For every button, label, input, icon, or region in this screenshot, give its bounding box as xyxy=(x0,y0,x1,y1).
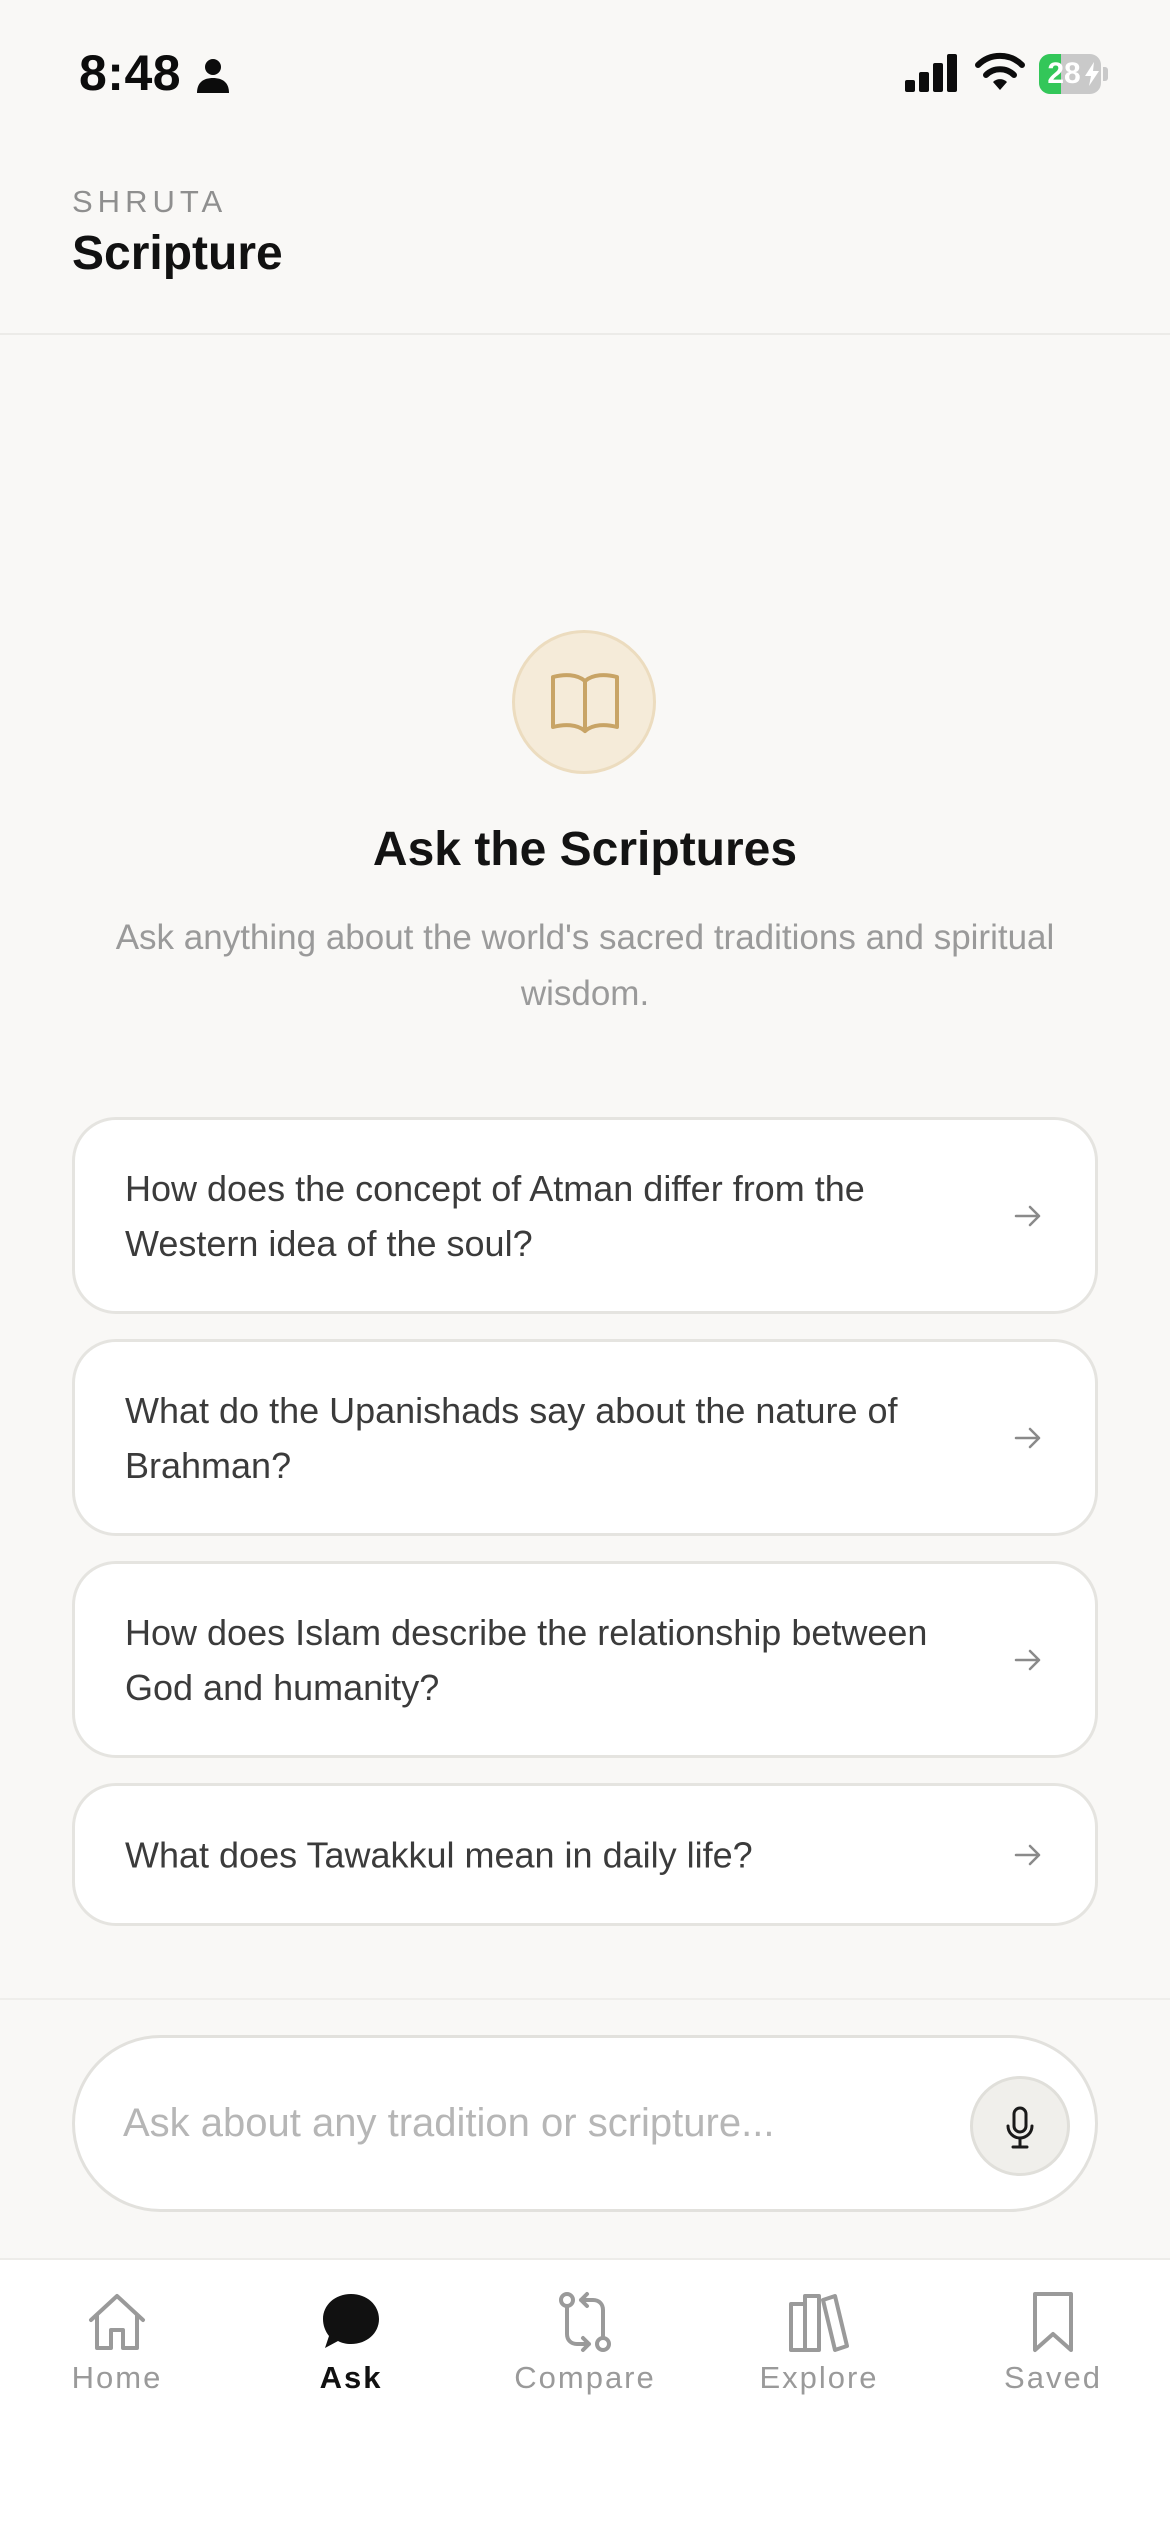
compare-icon xyxy=(559,2292,611,2352)
divider xyxy=(0,1998,1170,2000)
tab-compare[interactable]: Compare xyxy=(468,2260,702,2400)
status-bar: 8:48 28 xyxy=(0,0,1170,140)
books-icon xyxy=(789,2294,849,2352)
hero-title: Ask the Scriptures xyxy=(372,823,798,876)
suggestion-text: What do the Upanishads say about the nat… xyxy=(125,1389,898,1486)
tab-ask[interactable]: Ask xyxy=(234,2260,468,2400)
suggestion-card[interactable]: How does the concept of Atman differ fro… xyxy=(72,1117,1098,1314)
bookmark-icon xyxy=(1033,2292,1073,2352)
arrow-right-icon xyxy=(1014,1205,1041,1226)
tab-label: Ask xyxy=(319,2360,383,2395)
arrow-right-icon xyxy=(1014,1844,1041,1865)
header: SHRUTA Scripture xyxy=(0,140,1170,335)
suggestion-text: What does Tawakkul mean in daily life? xyxy=(125,1834,753,1875)
tab-label: Home xyxy=(71,2360,163,2395)
hero-subtitle: Ask anything about the world's sacred tr… xyxy=(115,918,1055,1013)
tab-label: Explore xyxy=(759,2360,879,2395)
page-title: Scripture xyxy=(72,227,283,280)
tab-label: Compare xyxy=(514,2360,656,2395)
tab-bar: Home Ask Compare Explore Saved xyxy=(0,2258,1170,2532)
suggestion-card[interactable]: How does Islam describe the relationship… xyxy=(72,1561,1098,1758)
open-book-icon xyxy=(512,630,656,774)
tab-explore[interactable]: Explore xyxy=(702,2260,936,2400)
suggestion-card[interactable]: What do the Upanishads say about the nat… xyxy=(72,1339,1098,1536)
chat-bubble-icon xyxy=(323,2294,379,2348)
wifi-icon xyxy=(975,52,1025,90)
suggestion-text: How does the concept of Atman differ fro… xyxy=(125,1167,865,1264)
ask-input[interactable] xyxy=(123,2078,973,2168)
person-icon xyxy=(197,59,229,93)
ask-input-container xyxy=(72,2035,1098,2212)
tab-saved[interactable]: Saved xyxy=(936,2260,1170,2400)
mic-button[interactable] xyxy=(970,2076,1070,2176)
microphone-icon xyxy=(1006,2106,1034,2149)
suggestion-card[interactable]: What does Tawakkul mean in daily life? xyxy=(72,1783,1098,1926)
suggestion-text: How does Islam describe the relationship… xyxy=(125,1611,928,1708)
arrow-right-icon xyxy=(1014,1427,1041,1448)
status-time: 8:48 xyxy=(79,45,182,101)
arrow-right-icon xyxy=(1014,1649,1041,1670)
home-icon xyxy=(89,2294,145,2350)
signal-icon xyxy=(905,54,957,92)
charging-bolt-icon xyxy=(1085,62,1099,86)
battery-icon: 28 xyxy=(1039,54,1109,94)
battery-level: 28 xyxy=(1047,57,1081,90)
brand-label: SHRUTA xyxy=(72,184,228,219)
ask-screen: 8:48 28 SHRUTA Scripture Ask the Scriptu… xyxy=(0,0,1170,2532)
tab-label: Saved xyxy=(1004,2360,1102,2395)
tab-home[interactable]: Home xyxy=(0,2260,234,2400)
